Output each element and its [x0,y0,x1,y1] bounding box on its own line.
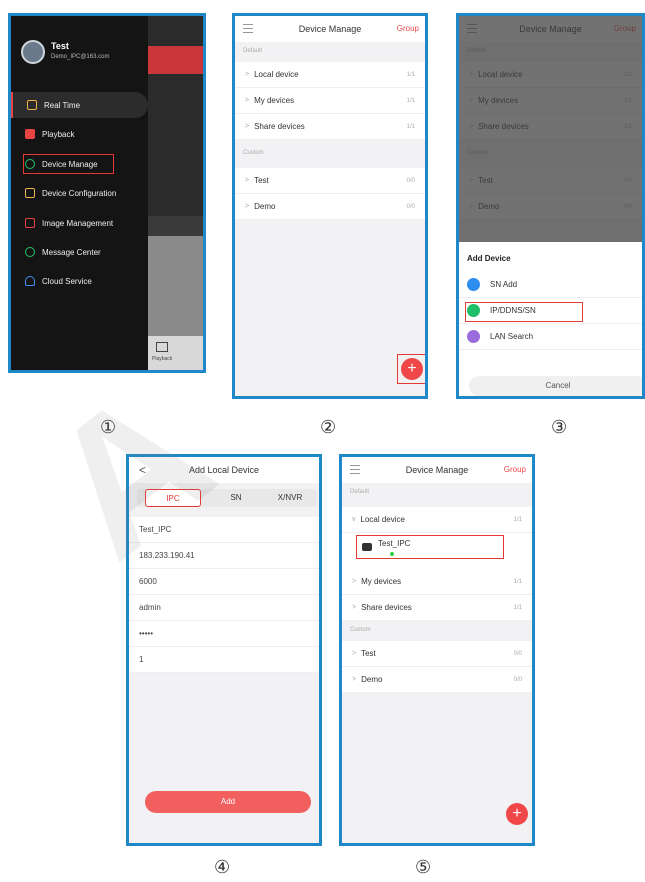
nav-bar: < Add Local Device [129,457,319,483]
menu-icon[interactable] [350,465,360,477]
menu-item-message-center[interactable]: Message Center [11,239,148,265]
screen-3-add-device-sheet: Device Manage Group Default >Local devic… [456,13,645,399]
highlight-box [23,154,114,174]
username-field[interactable]: admin [129,595,319,621]
back-button[interactable]: < [139,463,146,477]
port-field[interactable]: 6000 [129,569,319,595]
sn-add-icon [467,278,480,291]
screen-4-add-local-device: < Add Local Device IPC SN X/NVR Test_IPC… [126,454,322,846]
device-type-tabs: IPC SN X/NVR [137,489,317,507]
playback-icon [25,129,35,139]
group-button[interactable]: Group [397,24,419,33]
screen-5-device-manage-updated: Device Manage Group Default v Local devic… [339,454,535,846]
list-item-my-devices[interactable]: >My devices1/1 [342,569,532,595]
step-label-4: ④ [214,857,231,878]
device-config-icon [25,188,35,198]
ip-address-field[interactable]: 183.233.190.41 [129,543,319,569]
step-label-3: ③ [551,417,568,438]
step-label-2: ② [320,417,337,438]
highlight-box [356,535,504,559]
page-title: Device Manage [405,465,469,475]
list-item-test[interactable]: >Test0/0 [235,168,425,194]
tab-label: Playback [152,356,173,362]
section-custom: Custom [243,150,264,156]
list-item-share-devices[interactable]: >Share devices1/1 [235,114,425,140]
avatar[interactable] [21,40,45,64]
cloud-icon [25,276,35,286]
list-item-local-device[interactable]: v Local device 1/1 [342,507,532,533]
password-field[interactable]: ••••• [129,621,319,647]
page-title: Device Manage [298,24,362,34]
sheet-title: Add Device [467,254,511,263]
list-item-test[interactable]: >Test0/0 [342,641,532,667]
chevron-right-icon: > [245,71,250,78]
user-name: Test [51,41,69,51]
chevron-right-icon: > [245,177,250,184]
list-item-share-devices[interactable]: >Share devices1/1 [342,595,532,621]
menu-icon[interactable] [243,24,253,36]
option-lan-search[interactable]: LAN Search [459,324,642,350]
add-device-fab[interactable]: + [506,803,528,825]
menu-item-real-time[interactable]: Real Time [11,92,148,118]
menu-item-cloud-service[interactable]: Cloud Service [11,268,148,294]
menu-item-playback[interactable]: Playback [11,121,148,147]
step-label-1: ① [100,417,117,438]
image-icon [25,218,35,228]
nav-bar: Device Manage Group [235,16,425,42]
realtime-icon [27,100,37,110]
background-app-strip: Playback [148,16,203,370]
page-title: Add Local Device [188,465,260,475]
highlight-box [397,354,425,384]
option-sn-add[interactable]: SN Add [459,272,642,298]
lan-search-icon [467,330,480,343]
chevron-right-icon: > [245,203,250,210]
channel-field[interactable]: 1 [129,647,319,673]
device-name-field[interactable]: Test_IPC [129,517,319,543]
list-item-demo[interactable]: >Demo0/0 [342,667,532,693]
list-item-local-device[interactable]: >Local device1/1 [235,62,425,88]
step-label-5: ⑤ [415,857,432,878]
chevron-right-icon: > [245,97,250,104]
playback-tab-icon [156,342,168,352]
chevron-down-icon: v [352,516,356,523]
side-drawer: Test Demo_IPC@163.com Real Time Playback… [11,16,148,370]
section-default: Default [243,48,263,54]
menu-item-image-management[interactable]: Image Management [11,210,148,236]
cancel-button[interactable]: Cancel [469,376,642,396]
tab-sn[interactable]: SN [209,489,263,507]
section-custom: Custom [350,627,371,633]
section-default: Default [350,489,370,495]
tab-ipc[interactable]: IPC [145,489,201,507]
list-item-my-devices[interactable]: >My devices1/1 [235,88,425,114]
background-header [148,46,203,74]
list-item-demo[interactable]: >Demo0/0 [235,194,425,220]
nav-bar: Device Manage Group [342,457,532,483]
screen-1-drawer: Playback Test Demo_IPC@163.com Real Time… [8,13,206,373]
screen-2-device-manage: Device Manage Group Default > Local devic… [232,13,428,399]
menu-item-device-configuration[interactable]: Device Configuration [11,180,148,206]
highlight-box [465,302,583,322]
message-icon [25,247,35,257]
add-button[interactable]: Add [145,791,311,813]
user-email: Demo_IPC@163.com [51,54,110,60]
group-button[interactable]: Group [504,465,526,474]
tab-xnvr[interactable]: X/NVR [263,489,317,507]
chevron-right-icon: > [245,123,250,130]
dim-overlay[interactable] [459,16,642,242]
